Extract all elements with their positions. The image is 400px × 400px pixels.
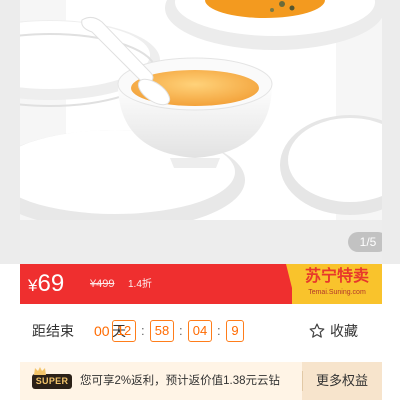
more-benefits-label: 更多权益 [315, 373, 368, 388]
product-page: { "gallery": { "page_indicator": "1/5" }… [0, 0, 400, 400]
sale-price-value: 69 [37, 270, 65, 297]
original-price: ¥499 [90, 278, 115, 290]
image-page-indicator: 1/5 [348, 232, 382, 252]
brand-name: 苏宁特卖 [304, 268, 369, 285]
countdown-separator: : [179, 323, 183, 338]
super-rebate-text: 您可享2%返利，预计返价值1.38元云钻 [80, 375, 281, 387]
super-badge-label: SUPER [35, 376, 69, 386]
favorite-label: 收藏 [330, 323, 358, 339]
product-image[interactable]: 1/5 [20, 0, 382, 264]
product-gallery[interactable]: 1/5 [0, 0, 400, 264]
countdown-seconds: 04 [188, 320, 212, 342]
countdown-row: 距结束 00 天 12 : 58 : 04 : 9 收藏 [20, 304, 382, 356]
countdown-label: 距结束 [32, 323, 74, 339]
countdown-separator: : [217, 323, 221, 338]
super-member-banner[interactable]: SUPER 您可享2%返利，预计返价值1.38元云钻 更多权益 [20, 362, 382, 400]
brand-logo: 苏宁特卖 Temai.Suning.com [286, 264, 382, 304]
product-photo-illustration [20, 0, 382, 264]
price-bar: ¥69 ¥499 1.4折 苏宁特卖 Temai.Suning.com [20, 264, 382, 304]
countdown-tenths: 9 [226, 320, 244, 342]
countdown-days: 00 [94, 323, 110, 339]
brand-url: Temai.Suning.com [308, 289, 366, 296]
countdown-separator: : [141, 323, 145, 338]
more-benefits-button[interactable]: 更多权益 [302, 362, 382, 400]
sale-price: ¥69 [28, 270, 64, 300]
discount-label: 1.4折 [128, 279, 152, 290]
countdown-hours: 12 [112, 320, 136, 342]
star-outline-icon [309, 323, 325, 338]
countdown-minutes: 58 [150, 320, 174, 342]
crown-icon [34, 367, 46, 375]
super-badge: SUPER [32, 367, 72, 389]
